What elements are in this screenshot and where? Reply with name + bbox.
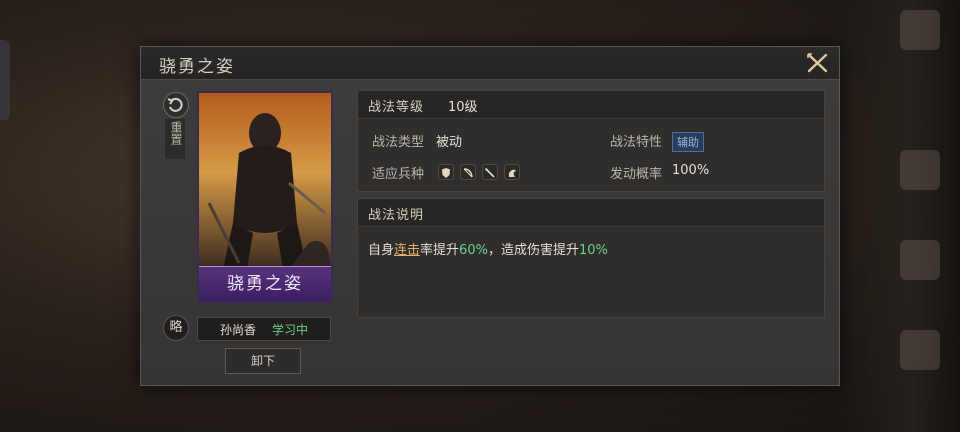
bow-icon — [460, 164, 476, 180]
reset-button[interactable] — [163, 92, 189, 118]
bg-item — [900, 10, 940, 50]
tactic-card: 骁勇之姿 — [197, 91, 333, 303]
desc-value2: 10% — [578, 243, 608, 258]
hero-name: 孙尚香 — [220, 323, 257, 337]
shield-icon — [438, 164, 454, 180]
trait-label: 战法特性 — [610, 135, 663, 150]
learning-status: 学习中 — [272, 323, 309, 337]
desc-header-title: 战法说明 — [368, 208, 425, 223]
desc-link-combo[interactable]: 连击 — [394, 243, 420, 258]
warrior-illustration — [199, 93, 331, 269]
reset-label: 重置 — [169, 121, 183, 145]
desc-part2: 率提升 — [420, 243, 460, 258]
chance-label: 发动概率 — [610, 167, 663, 182]
bg-item — [900, 240, 940, 280]
bg-item — [900, 330, 940, 370]
horse-icon — [504, 164, 520, 180]
left-edge-tab — [0, 40, 10, 120]
troops-icons — [438, 164, 520, 180]
tactic-description: 自身连击率提升60%，造成伤害提升10% — [368, 239, 608, 258]
reset-icon — [167, 97, 183, 112]
assigned-hero-row: 孙尚香 学习中 — [197, 317, 331, 341]
tactic-info-section: 战法等级 10级 战法类型 被动 战法特性 辅助 适应兵种 发动概率 100% — [357, 90, 825, 192]
level-label: 战法等级 — [368, 100, 425, 115]
bg-item — [900, 150, 940, 190]
troops-label: 适应兵种 — [372, 167, 425, 182]
desc-value1: 60% — [459, 243, 488, 258]
close-icon — [807, 53, 828, 73]
tactic-desc-section: 战法说明 自身连击率提升60%，造成伤害提升10% — [357, 198, 825, 318]
desc-part1: 自身 — [368, 243, 395, 258]
spear-icon — [482, 164, 498, 180]
level-value: 10级 — [448, 100, 478, 115]
tactic-dialog: 骁勇之姿 重置 骁勇之姿 略 孙尚香 学习中 卸下 战法等级 10级 战法类型 … — [140, 46, 840, 386]
dialog-header: 骁勇之姿 — [141, 47, 839, 80]
level-header: 战法等级 10级 — [358, 91, 824, 119]
dialog-title: 骁勇之姿 — [159, 57, 235, 77]
close-button[interactable] — [805, 50, 831, 76]
type-value: 被动 — [436, 135, 463, 150]
desc-header: 战法说明 — [358, 199, 824, 227]
trait-badge: 辅助 — [672, 132, 704, 152]
chance-value: 100% — [672, 163, 710, 178]
card-name: 骁勇之姿 — [227, 274, 303, 294]
type-label: 战法类型 — [372, 135, 425, 150]
desc-part3: ，造成伤害提升 — [487, 243, 579, 258]
unequip-button[interactable]: 卸下 — [225, 348, 301, 374]
lue-icon[interactable]: 略 — [163, 315, 189, 341]
